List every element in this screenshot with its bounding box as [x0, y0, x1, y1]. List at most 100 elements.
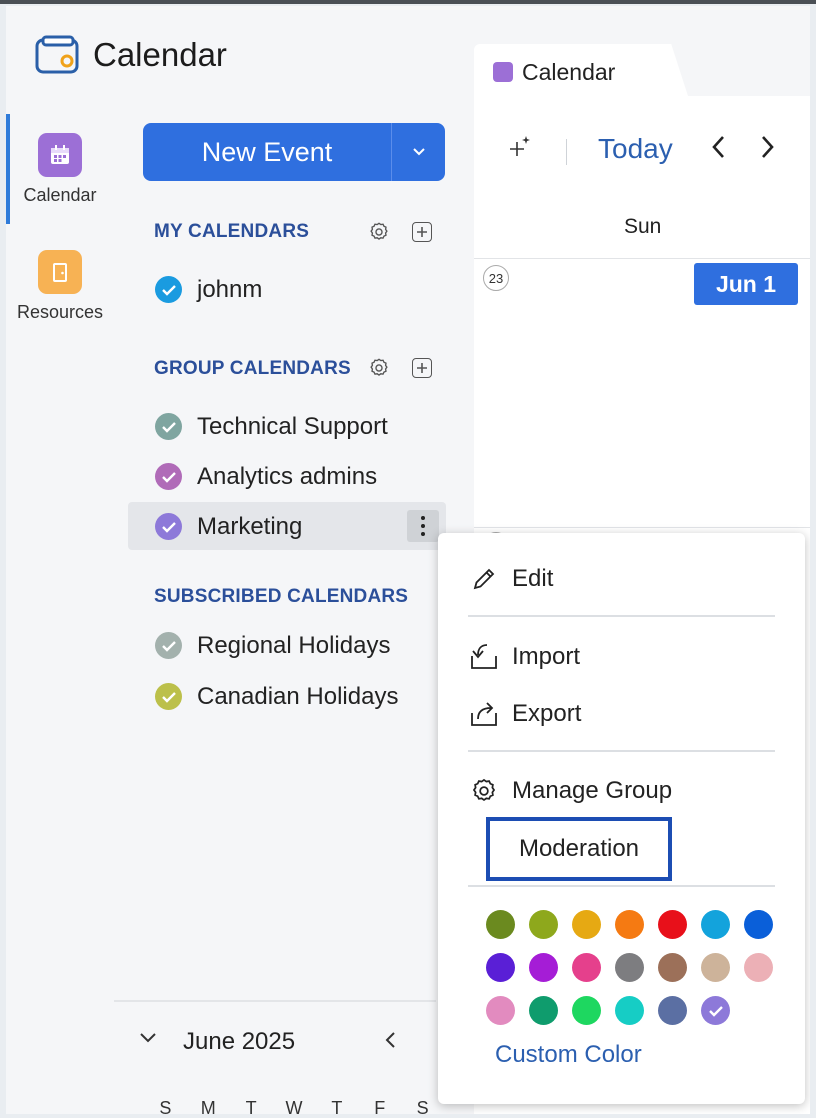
- calendar-name: Marketing: [197, 513, 303, 540]
- color-swatch[interactable]: [529, 910, 558, 939]
- chevron-left-icon[interactable]: [710, 134, 728, 160]
- calendar-item-johnm[interactable]: johnm: [128, 265, 446, 313]
- tab-label: Calendar: [522, 59, 616, 85]
- day-header-label: Sun: [624, 215, 662, 238]
- export-icon: [468, 698, 500, 730]
- sidebar-divider: [114, 1000, 436, 1002]
- tab-calendar[interactable]: Calendar: [474, 44, 666, 96]
- more-options-button[interactable]: [407, 510, 439, 542]
- my-calendars-settings-button[interactable]: [367, 220, 391, 244]
- rail-item-calendar[interactable]: Calendar: [6, 133, 114, 206]
- chevron-down-icon: [412, 148, 425, 156]
- color-swatch[interactable]: [701, 910, 730, 939]
- new-event-label: New Event: [201, 137, 333, 167]
- plus-icon: [412, 358, 432, 378]
- color-swatch[interactable]: [701, 996, 730, 1025]
- resources-icon: [38, 250, 82, 294]
- color-swatch[interactable]: [744, 910, 773, 939]
- mini-calendar-title: June 2025: [183, 1028, 296, 1055]
- check-icon[interactable]: [155, 632, 182, 659]
- calendar-item-technical-support[interactable]: Technical Support: [128, 402, 446, 450]
- weekday-label: T: [245, 1098, 257, 1114]
- today-button[interactable]: Today: [598, 133, 673, 165]
- menu-item-label: Manage Group: [512, 777, 673, 804]
- toolbar-separator: [566, 139, 567, 165]
- color-swatch[interactable]: [572, 910, 601, 939]
- group-calendars-title: GROUP CALENDARS: [154, 358, 351, 379]
- calendar-name: Technical Support: [197, 413, 388, 440]
- menu-item-label: Import: [512, 643, 581, 670]
- color-swatch[interactable]: [486, 910, 515, 939]
- gear-icon: [370, 358, 388, 376]
- calendar-tab-icon: [493, 62, 513, 82]
- check-icon[interactable]: [155, 413, 182, 440]
- color-swatch[interactable]: [658, 953, 687, 982]
- calendar-item-marketing[interactable]: Marketing: [128, 502, 446, 550]
- chevron-left-icon[interactable]: [384, 1030, 398, 1050]
- calendar-name: Canadian Holidays: [197, 683, 399, 710]
- new-event-button[interactable]: New Event: [143, 123, 445, 181]
- calendar-item-canadian-holidays[interactable]: Canadian Holidays: [128, 672, 446, 720]
- menu-divider: [468, 885, 775, 887]
- color-swatch[interactable]: [529, 996, 558, 1025]
- sparkle-icon[interactable]: [508, 134, 532, 158]
- mini-calendar-weekdays: S M T W T F S: [144, 1098, 444, 1114]
- menu-divider: [468, 750, 775, 752]
- check-icon[interactable]: [155, 513, 182, 540]
- calendar-name: Regional Holidays: [197, 632, 391, 659]
- chevron-right-icon[interactable]: [758, 134, 776, 160]
- gear-icon: [370, 222, 388, 240]
- color-swatch[interactable]: [486, 953, 515, 982]
- calendar-name: johnm: [197, 276, 263, 303]
- plus-icon: [412, 222, 432, 242]
- rail-label-calendar: Calendar: [23, 185, 97, 205]
- new-event-dropdown[interactable]: [392, 123, 445, 181]
- color-swatch[interactable]: [701, 953, 730, 982]
- window-top-border: [0, 0, 816, 4]
- chevron-down-icon[interactable]: [138, 1031, 158, 1045]
- calendar-item-analytics-admins[interactable]: Analytics admins: [128, 452, 446, 500]
- calendar-toolbar: Today: [474, 96, 810, 197]
- calendar-context-menu: Edit Import Export Manage Group Moderati…: [438, 533, 805, 1104]
- color-swatch[interactable]: [744, 953, 773, 982]
- my-calendars-title: MY CALENDARS: [154, 221, 310, 242]
- color-swatch[interactable]: [658, 996, 687, 1025]
- menu-item-export[interactable]: Export: [468, 696, 581, 732]
- menu-item-label: Edit: [512, 565, 554, 592]
- menu-divider: [468, 615, 775, 617]
- weekday-label: M: [200, 1098, 216, 1114]
- menu-item-import[interactable]: Import: [468, 639, 580, 675]
- check-icon: [708, 1005, 723, 1017]
- menu-item-edit[interactable]: Edit: [468, 561, 553, 597]
- check-icon[interactable]: [155, 276, 182, 303]
- calendar-day-cell[interactable]: 23 Jun 1: [474, 259, 810, 528]
- color-swatch[interactable]: [615, 953, 644, 982]
- month-start-badge: Jun 1: [694, 263, 798, 305]
- import-icon: [468, 641, 500, 673]
- check-icon[interactable]: [155, 683, 182, 710]
- calendar-icon: [38, 133, 82, 177]
- rail-label-resources: Resources: [16, 302, 104, 322]
- check-icon[interactable]: [155, 463, 182, 490]
- menu-item-manage-group[interactable]: Manage Group: [468, 773, 672, 809]
- color-swatch[interactable]: [572, 953, 601, 982]
- weekday-label: T: [331, 1098, 343, 1114]
- menu-item-moderation[interactable]: Moderation: [486, 817, 672, 881]
- calendar-app-logo: [35, 35, 79, 74]
- add-group-calendar-button[interactable]: [410, 356, 434, 380]
- gear-icon: [468, 775, 500, 807]
- rail-item-resources[interactable]: Resources: [6, 250, 114, 323]
- color-swatch[interactable]: [486, 996, 515, 1025]
- color-swatch[interactable]: [572, 996, 601, 1025]
- group-calendars-settings-button[interactable]: [367, 356, 391, 380]
- calendar-item-regional-holidays[interactable]: Regional Holidays: [128, 621, 446, 669]
- day-number: 23: [483, 265, 509, 291]
- weekday-label: F: [374, 1098, 386, 1114]
- color-swatch[interactable]: [529, 953, 558, 982]
- menu-item-label: Export: [512, 700, 582, 727]
- color-swatch[interactable]: [658, 910, 687, 939]
- color-swatch[interactable]: [615, 910, 644, 939]
- color-swatch[interactable]: [615, 996, 644, 1025]
- custom-color-link[interactable]: Custom Color: [495, 1041, 642, 1069]
- add-my-calendar-button[interactable]: [410, 220, 434, 244]
